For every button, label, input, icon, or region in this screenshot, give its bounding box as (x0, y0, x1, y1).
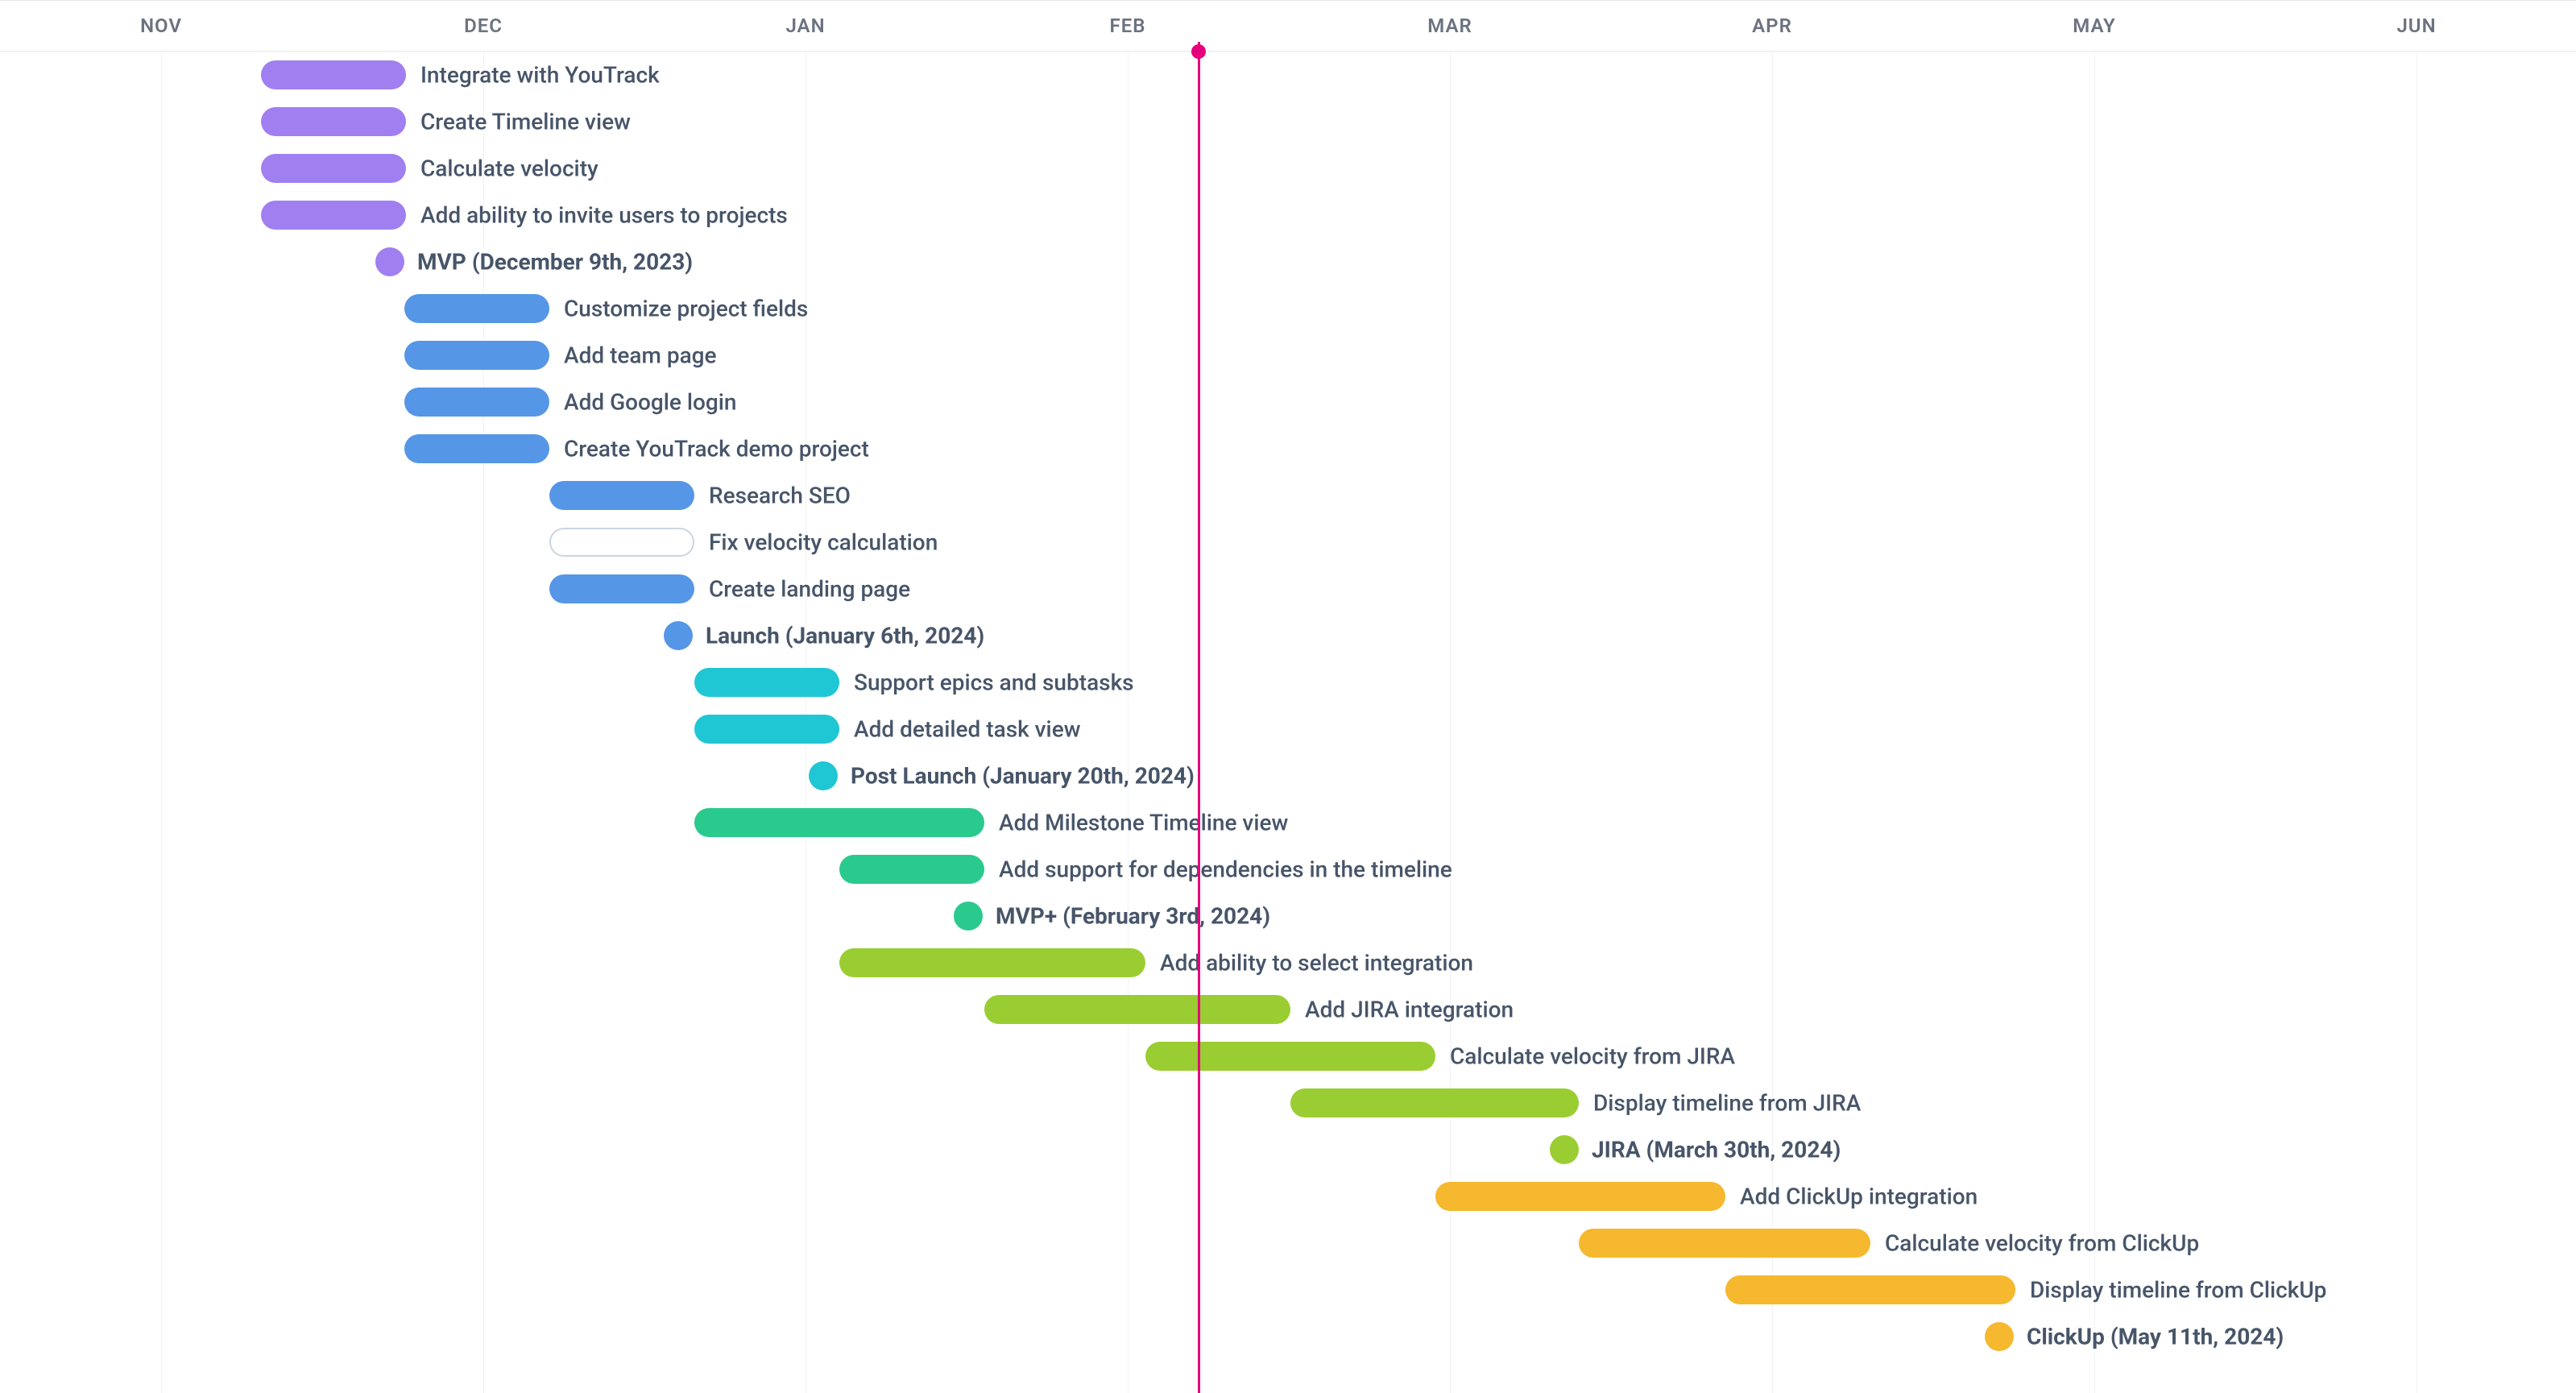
month-label: DEC (464, 15, 503, 37)
task-label[interactable]: Add ClickUp integration (1740, 1184, 1978, 1210)
gantt-row[interactable]: Calculate velocity from ClickUp (0, 1220, 2576, 1267)
task-bar[interactable] (839, 855, 984, 884)
task-bar[interactable] (404, 341, 549, 370)
month-label: FEB (1110, 15, 1146, 37)
task-bar[interactable] (694, 808, 984, 837)
milestone-label[interactable]: Post Launch (January 20th, 2024) (851, 763, 1195, 790)
gantt-row[interactable]: Add ability to invite users to projects (0, 192, 2576, 238)
gantt-row[interactable]: Add detailed task view (0, 706, 2576, 752)
gantt-row[interactable]: Add ClickUp integration (0, 1173, 2576, 1220)
task-bar[interactable] (404, 434, 549, 463)
gantt-row[interactable]: MVP (December 9th, 2023) (0, 238, 2576, 285)
gantt-rows: Integrate with YouTrack Create Timeline v… (0, 52, 2576, 1360)
milestone-marker[interactable] (1985, 1322, 2014, 1351)
task-label[interactable]: Add detailed task view (854, 716, 1080, 743)
gantt-row[interactable]: Support epics and subtasks (0, 659, 2576, 706)
gantt-row[interactable]: Add support for dependencies in the time… (0, 846, 2576, 893)
task-label[interactable]: Add ability to invite users to projects (420, 202, 788, 229)
gantt-row[interactable]: Add Google login (0, 379, 2576, 425)
task-bar[interactable] (261, 107, 406, 136)
task-bar[interactable] (984, 995, 1290, 1024)
task-label[interactable]: Display timeline from ClickUp (2030, 1277, 2326, 1304)
task-bar[interactable] (404, 294, 549, 323)
gantt-row[interactable]: Launch (January 6th, 2024) (0, 612, 2576, 659)
gantt-row[interactable]: Customize project fields (0, 285, 2576, 332)
milestone-marker[interactable] (664, 621, 693, 650)
milestone-marker[interactable] (1550, 1135, 1579, 1164)
task-label[interactable]: Integrate with YouTrack (420, 62, 660, 89)
task-label[interactable]: Support epics and subtasks (854, 670, 1134, 696)
task-bar[interactable] (549, 481, 694, 510)
task-label[interactable]: Add JIRA integration (1305, 997, 1514, 1023)
task-label[interactable]: Add ability to select integration (1160, 950, 1473, 976)
gantt-chart[interactable]: NOV DEC JAN FEB MAR APR MAY JUN Integrate with … (0, 0, 2576, 1393)
task-bar[interactable] (404, 388, 549, 417)
gantt-row[interactable]: Fix velocity calculation (0, 519, 2576, 566)
task-label[interactable]: Create YouTrack demo project (564, 436, 869, 462)
milestone-marker[interactable] (809, 761, 838, 790)
today-indicator-dot (1191, 44, 1206, 59)
milestone-marker[interactable] (954, 902, 983, 931)
task-label[interactable]: Add team page (564, 342, 717, 369)
task-bar[interactable] (549, 574, 694, 603)
task-label[interactable]: Calculate velocity from ClickUp (1885, 1230, 2199, 1257)
month-label: NOV (140, 15, 182, 37)
milestone-label[interactable]: ClickUp (May 11th, 2024) (2027, 1324, 2284, 1350)
task-bar[interactable] (1435, 1182, 1725, 1211)
milestone-label[interactable]: JIRA (March 30th, 2024) (1592, 1137, 1841, 1163)
task-label[interactable]: Add Milestone Timeline view (999, 810, 1288, 836)
task-label[interactable]: Calculate velocity from JIRA (1450, 1043, 1735, 1070)
gantt-row[interactable]: Calculate velocity (0, 145, 2576, 192)
task-bar[interactable] (1145, 1042, 1435, 1071)
gantt-row[interactable]: Add team page (0, 332, 2576, 379)
task-bar[interactable] (1725, 1275, 2015, 1304)
timeline-header: NOV DEC JAN FEB MAR APR MAY JUN (0, 0, 2576, 52)
gantt-row[interactable]: Add Milestone Timeline view (0, 799, 2576, 846)
gantt-row[interactable]: Add ability to select integration (0, 939, 2576, 986)
task-label[interactable]: Fix velocity calculation (709, 529, 938, 556)
gantt-row[interactable]: Calculate velocity from JIRA (0, 1033, 2576, 1080)
task-label[interactable]: Calculate velocity (420, 155, 598, 182)
gantt-row[interactable]: Integrate with YouTrack (0, 52, 2576, 98)
task-bar[interactable] (261, 154, 406, 183)
gantt-row[interactable]: Add JIRA integration (0, 986, 2576, 1033)
milestone-marker[interactable] (375, 247, 404, 276)
gantt-row[interactable]: Display timeline from JIRA (0, 1080, 2576, 1126)
gantt-row[interactable]: Research SEO (0, 472, 2576, 519)
gantt-row[interactable]: Display timeline from ClickUp (0, 1267, 2576, 1313)
task-bar[interactable] (261, 201, 406, 230)
task-bar[interactable] (1579, 1229, 1870, 1258)
gantt-row[interactable]: Post Launch (January 20th, 2024) (0, 752, 2576, 799)
task-bar[interactable] (549, 528, 694, 557)
task-label[interactable]: Add Google login (564, 389, 737, 416)
gantt-row[interactable]: MVP+ (February 3rd, 2024) (0, 893, 2576, 939)
task-bar[interactable] (839, 948, 1145, 977)
gantt-row[interactable]: JIRA (March 30th, 2024) (0, 1126, 2576, 1173)
month-label: MAR (1427, 15, 1472, 37)
milestone-label[interactable]: MVP+ (February 3rd, 2024) (996, 903, 1270, 930)
task-label[interactable]: Create Timeline view (420, 109, 631, 135)
task-bar[interactable] (1290, 1088, 1579, 1117)
month-label: MAY (2073, 15, 2116, 37)
milestone-label[interactable]: MVP (December 9th, 2023) (417, 249, 693, 276)
gantt-row[interactable]: Create Timeline view (0, 98, 2576, 145)
task-bar[interactable] (694, 668, 839, 697)
month-label: JUN (2396, 15, 2436, 37)
today-indicator-line (1198, 42, 1200, 1393)
task-label[interactable]: Add support for dependencies in the time… (999, 856, 1452, 883)
task-label[interactable]: Customize project fields (564, 296, 808, 322)
task-label[interactable]: Create landing page (709, 576, 910, 603)
task-label[interactable]: Research SEO (709, 483, 851, 509)
month-label: APR (1752, 15, 1792, 37)
milestone-label[interactable]: Launch (January 6th, 2024) (706, 623, 984, 649)
task-bar[interactable] (261, 60, 406, 89)
gantt-row[interactable]: Create landing page (0, 566, 2576, 612)
gantt-row[interactable]: Create YouTrack demo project (0, 425, 2576, 472)
gantt-row[interactable]: ClickUp (May 11th, 2024) (0, 1313, 2576, 1360)
month-label: JAN (785, 15, 825, 37)
task-bar[interactable] (694, 715, 839, 744)
task-label[interactable]: Display timeline from JIRA (1593, 1090, 1861, 1117)
